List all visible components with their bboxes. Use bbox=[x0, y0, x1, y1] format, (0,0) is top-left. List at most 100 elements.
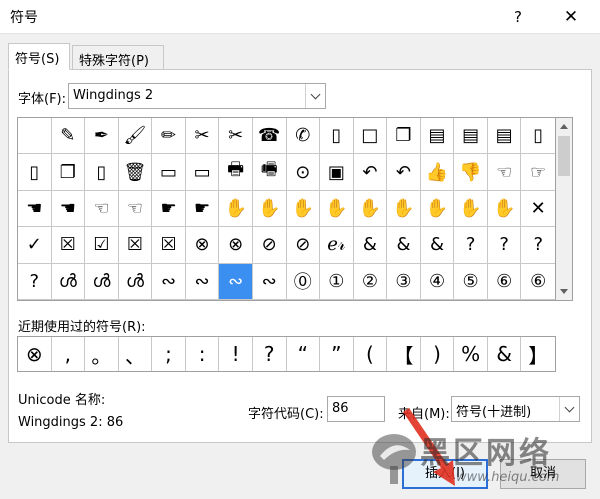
recent-symbol-cell[interactable]: ! bbox=[219, 337, 253, 371]
recent-symbol-cell[interactable]: ” bbox=[320, 337, 354, 371]
symbol-cell[interactable]: ▯ bbox=[320, 118, 354, 155]
tab-symbols[interactable]: 符号(S) bbox=[8, 43, 70, 70]
symbol-cell[interactable]: ൾ bbox=[118, 263, 153, 300]
symbol-cell[interactable]: ✋ bbox=[353, 190, 388, 228]
recent-symbol-cell[interactable]: ) bbox=[421, 337, 455, 371]
symbol-cell[interactable]: ▯ bbox=[521, 118, 555, 155]
symbol-cell[interactable]: ✋ bbox=[387, 190, 421, 228]
symbol-cell[interactable]: ☒ bbox=[152, 227, 186, 264]
symbol-cell[interactable]: & bbox=[387, 227, 421, 264]
symbol-cell[interactable]: ▭ bbox=[152, 154, 186, 191]
scroll-up-button[interactable] bbox=[556, 118, 572, 135]
symbol-cell[interactable]: ⊘ bbox=[252, 227, 287, 264]
symbol-cell[interactable]: ⓪ bbox=[286, 263, 321, 300]
symbol-cell[interactable]: ✂ bbox=[185, 118, 220, 155]
scroll-thumb[interactable] bbox=[558, 136, 570, 176]
symbol-cell[interactable]: 🗑 bbox=[118, 154, 153, 191]
tab-special-characters[interactable]: 特殊字符(P) bbox=[72, 45, 164, 70]
close-button[interactable]: ✕ bbox=[558, 5, 584, 29]
symbol-cell[interactable]: ④ bbox=[420, 263, 455, 300]
symbol-cell[interactable]: ൾ bbox=[51, 263, 86, 300]
symbol-cell[interactable]: ③ bbox=[387, 263, 421, 300]
symbol-cell[interactable]: ✋ bbox=[454, 190, 488, 228]
symbol-cell[interactable]: ∾ bbox=[152, 263, 186, 300]
symbol-cell[interactable]: ൾ bbox=[85, 263, 119, 300]
symbol-cell[interactable]: ℯ𝓇 bbox=[320, 227, 354, 264]
symbol-cell[interactable]: ▣ bbox=[320, 154, 354, 191]
symbol-cell[interactable]: ▭ bbox=[185, 154, 220, 191]
symbol-cell[interactable]: ❐ bbox=[387, 118, 421, 155]
symbol-cell[interactable]: ▤ bbox=[420, 118, 455, 155]
recent-symbol-cell[interactable]: , bbox=[52, 337, 86, 371]
recent-symbol-cell[interactable]: & bbox=[488, 337, 522, 371]
char-code-input[interactable]: 86 bbox=[327, 396, 385, 422]
symbol-cell[interactable]: ② bbox=[353, 263, 388, 300]
symbol-cell[interactable]: 🖷 bbox=[252, 154, 287, 191]
recent-symbol-cell[interactable]: ⊗ bbox=[18, 337, 52, 371]
symbol-cell[interactable]: ☞ bbox=[521, 154, 555, 191]
symbol-cell[interactable]: ✋ bbox=[286, 190, 321, 228]
symbol-cell[interactable]: □ bbox=[353, 118, 388, 155]
symbol-cell[interactable]: 🖌 bbox=[118, 118, 153, 155]
symbol-cell[interactable]: ↶ bbox=[353, 154, 388, 191]
symbol-cell[interactable]: ⑤ bbox=[454, 263, 488, 300]
symbol-cell[interactable]: ▤ bbox=[454, 118, 488, 155]
symbol-cell[interactable]: ✓ bbox=[18, 227, 52, 264]
symbol-cell[interactable] bbox=[18, 118, 52, 155]
symbol-cell[interactable]: ✏ bbox=[152, 118, 186, 155]
symbol-cell[interactable]: ⑥ bbox=[521, 264, 555, 300]
recent-symbol-cell[interactable]: 【 bbox=[387, 337, 421, 371]
from-dropdown-button[interactable] bbox=[559, 397, 579, 421]
symbol-cell[interactable]: ? bbox=[18, 263, 52, 300]
recent-symbol-cell[interactable]: “ bbox=[287, 337, 321, 371]
symbol-cell[interactable]: ☒ bbox=[118, 227, 153, 264]
symbol-cell[interactable]: ✕ bbox=[521, 191, 555, 228]
symbol-cell[interactable]: ∾ bbox=[252, 263, 287, 300]
symbol-cell[interactable]: ✋ bbox=[320, 190, 354, 228]
symbol-cell[interactable]: ☑ bbox=[85, 227, 119, 264]
recent-symbol-cell[interactable]: : bbox=[186, 337, 220, 371]
symbol-cell[interactable]: ↶ bbox=[387, 154, 421, 191]
symbol-cell[interactable]: & bbox=[353, 227, 388, 264]
symbol-cell[interactable]: ⊘ bbox=[286, 227, 321, 264]
from-select[interactable]: 符号(十进制) bbox=[451, 396, 580, 422]
symbol-cell[interactable]: ⊗ bbox=[219, 227, 253, 264]
grid-scrollbar[interactable] bbox=[556, 117, 573, 301]
symbol-cell[interactable]: ☚ bbox=[51, 190, 86, 228]
symbol-cell[interactable]: ? bbox=[521, 227, 555, 264]
symbol-cell[interactable]: ✋ bbox=[420, 190, 455, 228]
recent-symbol-cell[interactable]: ; bbox=[152, 337, 186, 371]
scroll-down-button[interactable] bbox=[556, 283, 572, 300]
symbol-cell[interactable]: ⊗ bbox=[185, 227, 220, 264]
symbol-cell[interactable]: ✆ bbox=[286, 118, 321, 155]
symbol-cell[interactable]: ☒ bbox=[51, 227, 86, 264]
symbol-cell[interactable]: ✒ bbox=[85, 118, 119, 155]
symbol-cell[interactable]: ✋ bbox=[487, 190, 522, 228]
symbol-cell[interactable]: ⑥ bbox=[487, 263, 522, 300]
symbol-cell[interactable]: ✎ bbox=[51, 118, 86, 155]
help-button[interactable]: ? bbox=[506, 5, 530, 29]
symbol-cell[interactable]: ☜ bbox=[118, 190, 153, 228]
symbol-cell[interactable]: ☜ bbox=[487, 154, 522, 191]
symbol-cell[interactable]: ✂ bbox=[219, 118, 253, 155]
symbol-cell[interactable]: ▯ bbox=[18, 154, 52, 191]
symbol-cell[interactable]: ✋ bbox=[219, 190, 253, 228]
recent-symbol-cell[interactable]: 。 bbox=[85, 337, 119, 371]
symbol-cell[interactable]: ? bbox=[487, 227, 522, 264]
symbol-cell[interactable]: ⊙ bbox=[286, 154, 321, 191]
symbol-cell[interactable]: ☛ bbox=[185, 190, 220, 228]
recent-symbol-cell[interactable]: 、 bbox=[119, 337, 153, 371]
recent-symbol-cell[interactable]: 】 bbox=[521, 337, 555, 371]
symbol-cell[interactable]: ? bbox=[454, 227, 488, 264]
symbol-cell[interactable]: & bbox=[420, 227, 455, 264]
symbol-cell[interactable]: ☛ bbox=[152, 190, 186, 228]
recent-symbol-cell[interactable]: % bbox=[454, 337, 488, 371]
font-dropdown-button[interactable] bbox=[305, 84, 325, 108]
symbol-cell[interactable]: 🖶 bbox=[219, 154, 253, 191]
recent-symbol-cell[interactable]: ? bbox=[253, 337, 287, 371]
symbol-cell[interactable]: 👎 bbox=[454, 154, 488, 191]
symbol-cell[interactable]: ∾ bbox=[185, 263, 220, 300]
symbol-cell[interactable]: ▯ bbox=[85, 154, 119, 191]
symbol-cell[interactable]: ❐ bbox=[51, 154, 86, 191]
insert-button[interactable]: 插入(I) bbox=[402, 459, 488, 489]
